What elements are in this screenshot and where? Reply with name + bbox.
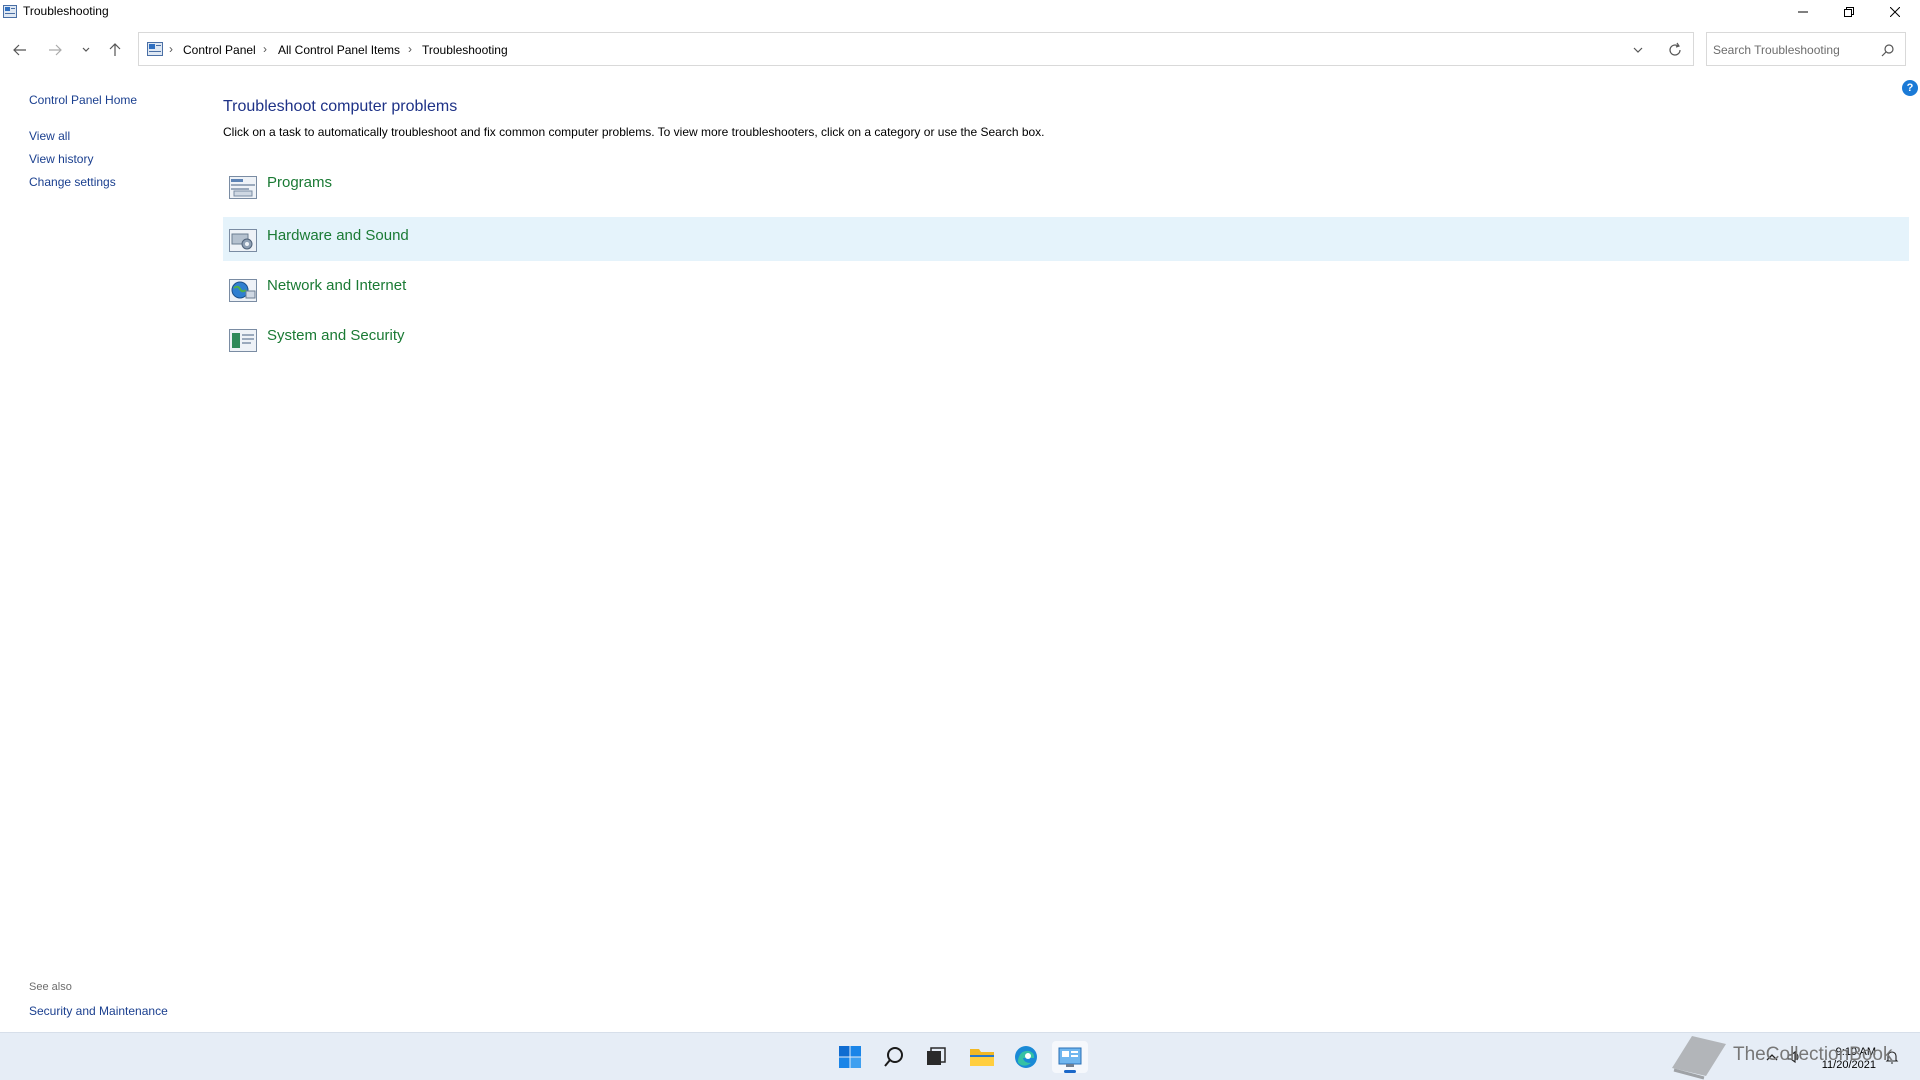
- system-security-icon: [229, 329, 257, 352]
- category-programs[interactable]: Programs: [223, 164, 1909, 208]
- up-button[interactable]: [105, 40, 125, 60]
- category-label[interactable]: Programs: [267, 174, 332, 191]
- category-label[interactable]: System and Security: [267, 327, 405, 344]
- forward-button[interactable]: [45, 40, 65, 60]
- window-title: Troubleshooting: [23, 4, 109, 18]
- chevron-down-icon: [82, 47, 90, 52]
- category-system-and-security[interactable]: System and Security: [223, 317, 1909, 361]
- close-icon: [1890, 7, 1900, 17]
- category-label[interactable]: Hardware and Sound: [267, 227, 409, 244]
- network-internet-icon: [229, 279, 257, 302]
- address-dropdown-icon[interactable]: [1631, 43, 1645, 57]
- edge-icon: [1015, 1046, 1037, 1068]
- breadcrumb-all-control-panel-items[interactable]: All Control Panel Items: [278, 43, 400, 57]
- search-icon[interactable]: [1881, 43, 1895, 57]
- chevron-right-icon: ›: [263, 42, 267, 56]
- search-input[interactable]: [1713, 41, 1873, 59]
- control-panel-icon: [3, 5, 17, 18]
- task-view-button[interactable]: [918, 1041, 954, 1073]
- control-panel-icon: [147, 42, 163, 56]
- file-explorer-button[interactable]: [964, 1041, 1000, 1073]
- refresh-icon[interactable]: [1667, 42, 1683, 58]
- file-explorer-icon: [970, 1049, 994, 1066]
- close-button[interactable]: [1872, 0, 1918, 24]
- change-settings-link[interactable]: Change settings: [29, 175, 116, 189]
- hardware-sound-icon: [229, 229, 257, 252]
- start-button[interactable]: [832, 1041, 868, 1073]
- taskbar-search-button[interactable]: [876, 1041, 912, 1073]
- control-panel-icon: [1058, 1047, 1082, 1067]
- chevron-right-icon: ›: [408, 42, 412, 56]
- see-also-heading: See also: [29, 981, 72, 993]
- page-description: Click on a task to automatically trouble…: [223, 125, 1045, 139]
- control-panel-taskbar-button[interactable]: [1052, 1041, 1088, 1073]
- help-icon[interactable]: ?: [1902, 80, 1918, 96]
- search-box[interactable]: [1706, 32, 1906, 66]
- restore-icon: [1844, 7, 1854, 17]
- arrow-right-icon: [49, 44, 62, 56]
- title-bar: Troubleshooting: [0, 0, 1920, 24]
- minimize-icon: [1798, 11, 1808, 13]
- minimize-button[interactable]: [1780, 0, 1826, 24]
- view-all-link[interactable]: View all: [29, 129, 70, 143]
- view-history-link[interactable]: View history: [29, 152, 93, 166]
- recent-locations-button[interactable]: [76, 40, 96, 60]
- active-indicator: [1064, 1070, 1076, 1073]
- page-title: Troubleshoot computer problems: [223, 98, 458, 115]
- edge-button[interactable]: [1008, 1041, 1044, 1073]
- address-bar[interactable]: › Control Panel › All Control Panel Item…: [138, 32, 1694, 66]
- taskbar: 9:10 AM 11/20/2021: [0, 1032, 1920, 1080]
- restore-button[interactable]: [1826, 0, 1872, 24]
- programs-icon: [229, 176, 257, 199]
- category-hardware-and-sound[interactable]: Hardware and Sound: [223, 217, 1909, 261]
- back-button[interactable]: [10, 40, 30, 60]
- arrow-left-icon: [13, 44, 26, 56]
- watermark-text: TheCollectionBook: [1733, 1044, 1893, 1065]
- breadcrumb-troubleshooting[interactable]: Troubleshooting: [422, 43, 508, 57]
- left-navigation-pane: Control Panel Home View all View history…: [0, 66, 210, 1026]
- breadcrumb-control-panel[interactable]: Control Panel: [183, 43, 256, 57]
- control-panel-home-link[interactable]: Control Panel Home: [29, 93, 137, 107]
- category-label[interactable]: Network and Internet: [267, 277, 406, 294]
- security-and-maintenance-link[interactable]: Security and Maintenance: [29, 1004, 168, 1018]
- category-network-and-internet[interactable]: Network and Internet: [223, 267, 1909, 311]
- arrow-up-icon: [109, 43, 121, 56]
- start-icon: [839, 1046, 861, 1068]
- task-view-icon: [927, 1047, 946, 1065]
- search-icon: [884, 1047, 903, 1067]
- chevron-right-icon: ›: [169, 42, 173, 56]
